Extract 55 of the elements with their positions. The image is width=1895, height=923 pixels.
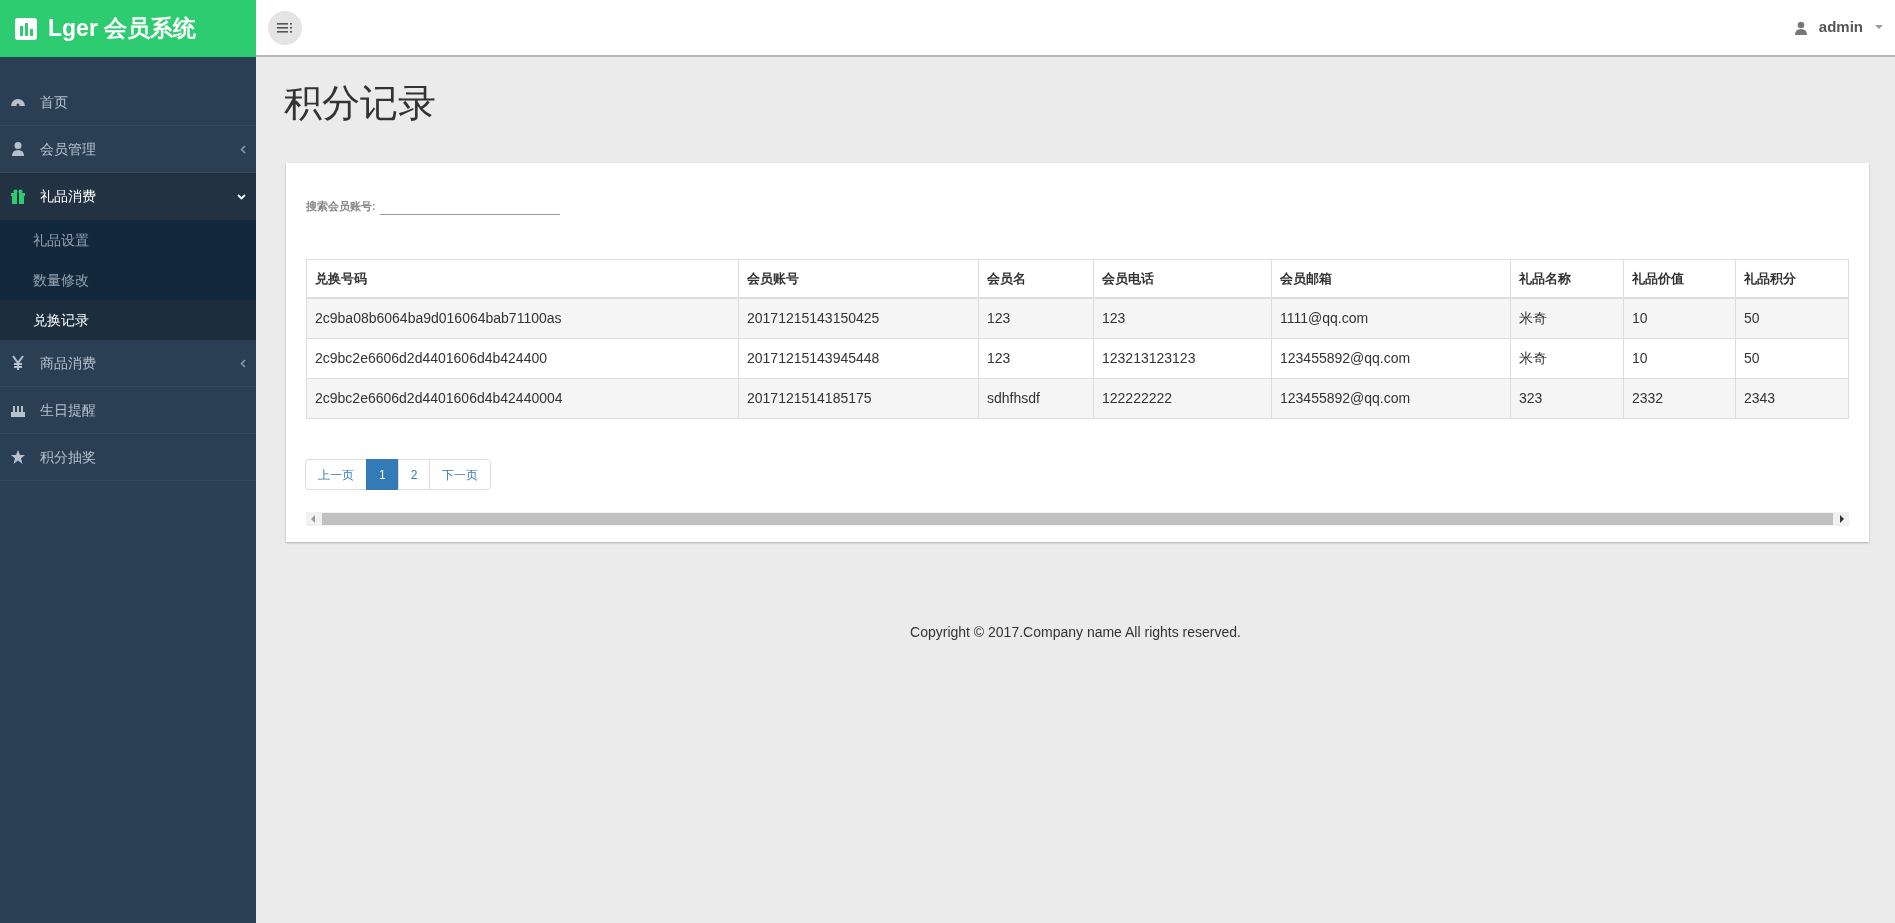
submenu-item[interactable]: 礼品设置 — [0, 220, 256, 260]
table-cell: 20171215143150425 — [738, 298, 979, 339]
table-cell: 123455892@qq.com — [1271, 338, 1511, 379]
sidebar-item[interactable]: 商品消费 — [0, 340, 256, 387]
chevron-left-icon — [240, 144, 246, 154]
table-cell: 123 — [978, 298, 1094, 339]
scroll-right-icon — [1839, 515, 1845, 524]
table-cell: 20171215143945448 — [738, 338, 979, 379]
chevron-down-icon — [237, 193, 246, 200]
table-cell: 50 — [1735, 298, 1849, 339]
table-cell: 122222222 — [1093, 378, 1272, 419]
search-label: 搜索会员账号: — [306, 199, 376, 215]
sidebar-item[interactable]: 积分抽奖 — [0, 434, 256, 481]
submenu-item[interactable]: 兑换记录 — [0, 300, 256, 340]
user-icon — [1794, 20, 1807, 35]
brand-title: Lger 会员系统 — [48, 14, 197, 44]
sidebar-item[interactable]: 礼品消费 — [0, 173, 256, 220]
table-cell: 2c9ba08b6064ba9d016064bab71100as — [306, 298, 739, 339]
copyright-text: Copyright © 2017.Company name All rights reserved. — [909, 623, 1242, 643]
table-cell: 123213123123 — [1093, 338, 1272, 379]
sidebar-item[interactable]: 生日提醒 — [0, 387, 256, 434]
caret-icon — [1875, 25, 1883, 30]
table-cell: 2343 — [1735, 378, 1849, 419]
chart-icon — [14, 16, 38, 41]
chevron-left-icon — [240, 358, 246, 368]
table-cell: 50 — [1735, 338, 1849, 379]
previous-page-button[interactable]: 上一页 — [305, 459, 367, 491]
table-cell: 10 — [1623, 298, 1736, 339]
sidebar-item[interactable]: 首页 — [0, 79, 256, 126]
star-icon — [10, 449, 26, 465]
table-cell: 123455892@qq.com — [1271, 378, 1511, 419]
submenu-item[interactable]: 数量修改 — [0, 260, 256, 300]
table-cell: 米奇 — [1510, 338, 1624, 379]
user-icon — [10, 141, 26, 157]
page-title: 积分记录 — [284, 81, 437, 126]
table-cell: 米奇 — [1510, 298, 1624, 339]
yen-icon — [10, 355, 26, 371]
table-cell: 323 — [1510, 378, 1624, 419]
scroll-left-icon — [310, 515, 316, 524]
table-cell: 2332 — [1623, 378, 1736, 419]
table-cell: 2c9bc2e6606d2d4401606d4b424400 — [306, 338, 739, 379]
menu-toggle-button[interactable] — [268, 10, 302, 45]
table-cell: 10 — [1623, 338, 1736, 379]
menu-icon — [277, 21, 293, 34]
horizontal-scrollbar[interactable] — [306, 512, 1849, 527]
gift-icon — [10, 188, 26, 205]
table-cell: 1111@qq.com — [1271, 298, 1511, 339]
table-cell: 2c9bc2e6606d2d4401606d4b42440004 — [306, 378, 739, 419]
user-menu[interactable]: admin — [1794, 16, 1883, 39]
table-cell: 123 — [1093, 298, 1272, 339]
table-cell: 123 — [978, 338, 1094, 379]
next-page-button[interactable]: 下一页 — [429, 459, 492, 491]
page-button[interactable]: 1 — [366, 459, 399, 491]
table-cell: 2017121514185175 — [738, 378, 979, 419]
table-cell: sdhfhsdf — [978, 378, 1094, 419]
